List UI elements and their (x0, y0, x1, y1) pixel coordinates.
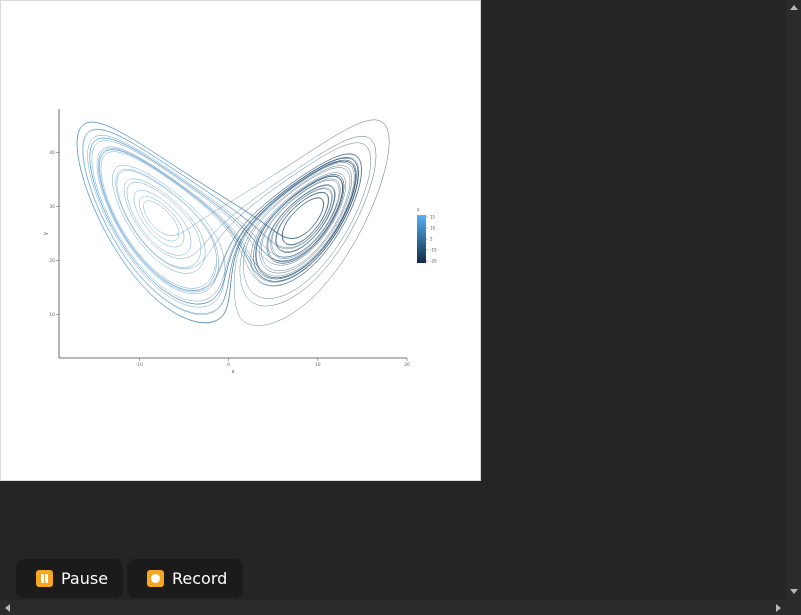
legend-label: 5 (430, 237, 433, 242)
legend-label: 15 (430, 215, 436, 220)
record-icon (147, 570, 164, 587)
trajectory-segment (104, 146, 253, 259)
trajectory-segment (232, 164, 330, 272)
trajectory-segment (160, 206, 180, 242)
record-button[interactable]: Record (127, 559, 243, 598)
y-tick-label: 10 (49, 312, 55, 318)
y-tick-label: 30 (49, 204, 55, 210)
trajectory-segment (267, 220, 303, 263)
trajectory-segment (272, 153, 362, 287)
trajectory-segment (80, 171, 220, 324)
viewport: -10 0 10 20 10 20 30 40 x y z 15 10 5 -10 -20 Pause Rec… (0, 0, 786, 600)
trajectory-segment (211, 262, 233, 314)
trajectory-segment (254, 159, 357, 247)
x-axis-label: x (232, 369, 235, 375)
pause-icon (36, 570, 53, 587)
scroll-left-icon[interactable] (5, 604, 10, 612)
scrollbar-corner (786, 600, 801, 615)
legend-colorbar (417, 215, 426, 263)
trajectory-segment (135, 250, 216, 289)
trajectory-segment (299, 197, 324, 238)
trajectory-segment (251, 172, 346, 251)
controls-bar: Pause Record (16, 559, 243, 598)
pause-button[interactable]: Pause (16, 559, 123, 598)
trajectory-segment (219, 271, 233, 319)
y-tick-label: 40 (49, 150, 55, 156)
x-tick-label: 10 (315, 362, 321, 368)
trajectory-segment (178, 168, 300, 239)
legend-label: 10 (430, 226, 436, 231)
x-tick-label: 0 (227, 362, 230, 368)
trajectory-segment (76, 121, 265, 232)
plot-panel: -10 0 10 20 10 20 30 40 x y z 15 10 5 -10 -20 (0, 0, 481, 481)
trajectory-segment (235, 303, 279, 326)
horizontal-scrollbar[interactable] (0, 600, 786, 615)
lorenz-chart: -10 0 10 20 10 20 30 40 x y z 15 10 5 -10 -20 (43, 109, 437, 375)
vertical-scrollbar[interactable] (786, 0, 801, 600)
trajectory-segment (98, 148, 247, 253)
trajectory-segment (275, 193, 315, 252)
scroll-down-icon[interactable] (790, 589, 798, 594)
trajectory-segment (255, 211, 278, 278)
trajectory-segment (87, 149, 214, 308)
x-tick-label: -10 (136, 362, 143, 368)
trajectory-segment (76, 121, 190, 320)
trajectory-segment (191, 232, 217, 291)
trajectory-segment (96, 147, 205, 295)
legend-label: -10 (430, 248, 437, 253)
y-tick-label: 20 (49, 258, 55, 264)
legend-title: z (417, 208, 420, 213)
pause-label: Pause (61, 569, 109, 588)
x-tick-label: 20 (404, 362, 410, 368)
trajectory-segment (216, 142, 372, 243)
trajectory-segment (127, 216, 202, 268)
record-label: Record (172, 569, 228, 588)
legend-label: -20 (430, 259, 437, 264)
trajectory-segment (282, 191, 329, 224)
trajectory-segment (143, 200, 163, 234)
scroll-right-icon[interactable] (776, 604, 781, 612)
y-axis-label: y (43, 232, 49, 235)
scroll-up-icon[interactable] (790, 5, 798, 10)
